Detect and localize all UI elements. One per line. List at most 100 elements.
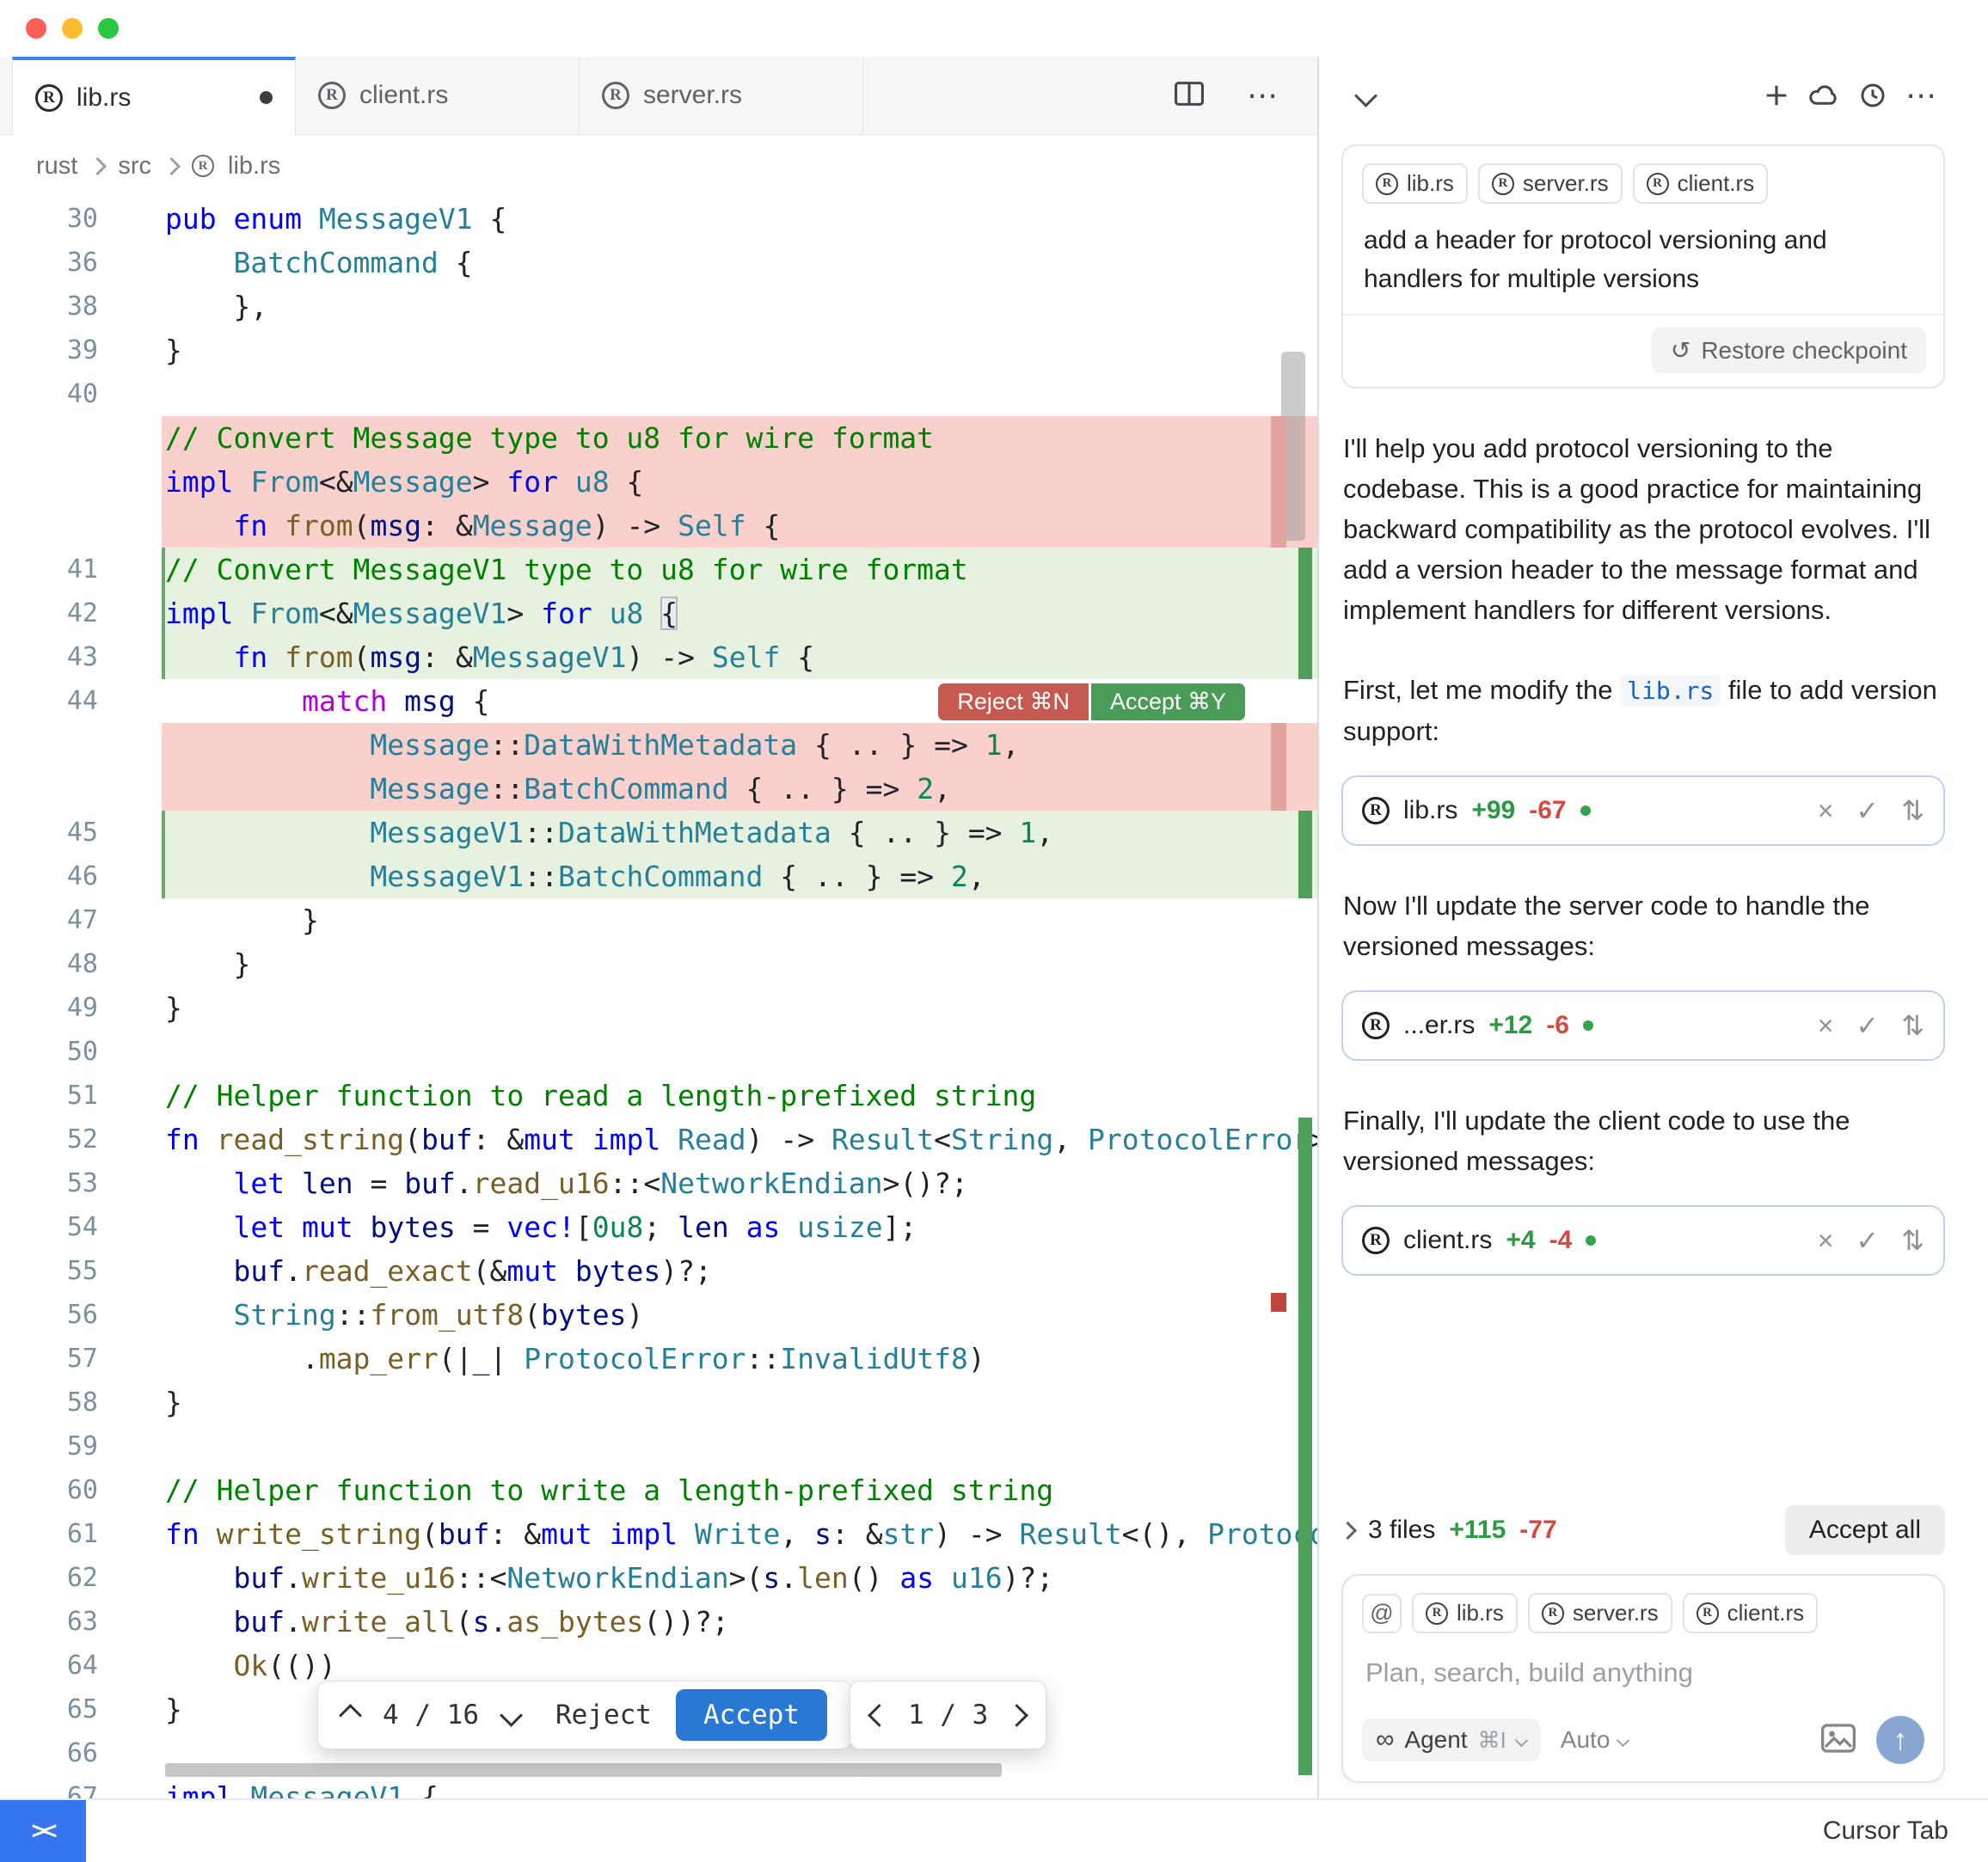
breadcrumb-item-rust[interactable]: rust	[36, 152, 77, 181]
context-chip[interactable]: server.rs	[1478, 163, 1623, 204]
file-diff-card-lib[interactable]: lib.rs +99 -67 × ✓ ⇅	[1341, 775, 1945, 846]
context-chip[interactable]: client.rs	[1633, 163, 1769, 204]
code-row[interactable]: 49}	[0, 986, 1317, 1030]
code-row[interactable]: 42impl From<&MessageV1> for u8 {	[0, 591, 1317, 635]
reject-file-icon[interactable]: ×	[1818, 1012, 1834, 1039]
context-chip[interactable]: server.rs	[1528, 1593, 1672, 1633]
code-row[interactable]: 47 }	[0, 898, 1317, 942]
code-row[interactable]: 30pub enum MessageV1 {	[0, 197, 1317, 241]
remote-indicator-icon[interactable]: ><	[0, 1800, 86, 1862]
accept-diff-button[interactable]: Accept	[676, 1689, 827, 1741]
previous-diff-icon[interactable]	[339, 1704, 362, 1727]
minimize-window-icon[interactable]	[62, 18, 83, 39]
context-chip[interactable]: lib.rs	[1412, 1593, 1518, 1633]
cloud-icon[interactable]	[1801, 71, 1849, 119]
code-row[interactable]: 48 }	[0, 942, 1317, 986]
code-row[interactable]: 52fn read_string(buf: &mut impl Read) ->…	[0, 1118, 1317, 1161]
previous-file-icon[interactable]	[868, 1704, 891, 1727]
reject-file-icon[interactable]: ×	[1818, 797, 1834, 824]
code-row[interactable]: 61fn write_string(buf: &mut impl Write, …	[0, 1512, 1317, 1556]
history-icon[interactable]	[1849, 71, 1897, 119]
code-token: msg	[404, 684, 456, 718]
tab-server-rs[interactable]: server.rs	[580, 57, 863, 134]
code-row[interactable]: 53 let len = buf.read_u16::<NetworkEndia…	[0, 1161, 1317, 1205]
close-window-icon[interactable]	[26, 18, 46, 39]
assistant-paragraph-2: First, let me modify the lib.rs file to …	[1343, 670, 1943, 751]
chat-composer[interactable]: @ lib.rsserver.rs client.rs Plan, search,…	[1341, 1574, 1945, 1783]
code-row[interactable]: fn from(msg: &Message) -> Self {	[0, 504, 1317, 548]
code-row[interactable]: 57 .map_err(|_| ProtocolError::InvalidUt…	[0, 1337, 1317, 1381]
code-row[interactable]: 56 String::from_utf8(bytes)	[0, 1293, 1317, 1337]
tab-lib-rs[interactable]: lib.rs	[12, 57, 296, 135]
split-editor-icon[interactable]	[1173, 79, 1206, 113]
horizontal-scrollbar[interactable]	[165, 1763, 1002, 1777]
code-row[interactable]: impl From<&Message> for u8 {	[0, 460, 1317, 504]
send-button[interactable]: ↑	[1876, 1716, 1924, 1764]
context-chip[interactable]: client.rs	[1683, 1593, 1819, 1633]
code-row[interactable]: 36 BatchCommand {	[0, 241, 1317, 285]
next-file-icon[interactable]	[1005, 1704, 1028, 1727]
code-text: Message::DataWithMetadata { .. } => 1,	[162, 723, 1317, 767]
code-token: ];	[883, 1210, 917, 1244]
code-editor[interactable]: 30pub enum MessageV1 {36 BatchCommand {3…	[0, 197, 1317, 1800]
code-row[interactable]: 45 MessageV1::DataWithMetadata { .. } =>…	[0, 811, 1317, 854]
inline-reject-button[interactable]: Reject ⌘N	[938, 683, 1089, 720]
code-text: // Helper function to read a length-pref…	[162, 1074, 1317, 1118]
code-row[interactable]: 54 let mut bytes = vec![0u8; len as usiz…	[0, 1205, 1317, 1249]
expand-file-icon[interactable]: ⇅	[1901, 1012, 1924, 1039]
code-row[interactable]: 40	[0, 372, 1317, 416]
code-token: (	[353, 640, 371, 674]
cursor-tab-status[interactable]: Cursor Tab	[1823, 1816, 1988, 1846]
code-row[interactable]: Message::DataWithMetadata { .. } => 1,	[0, 723, 1317, 767]
maximize-window-icon[interactable]	[98, 18, 119, 39]
inline-accept-button[interactable]: Accept ⌘Y	[1091, 683, 1245, 720]
reject-file-icon[interactable]: ×	[1818, 1227, 1834, 1254]
add-context-button[interactable]: @	[1362, 1594, 1402, 1633]
code-row[interactable]: 62 buf.write_u16::<NetworkEndian>(s.len(…	[0, 1556, 1317, 1600]
accept-file-icon[interactable]: ✓	[1856, 1012, 1879, 1039]
code-token: len	[797, 1561, 849, 1595]
code-row[interactable]: 67impl MessageV1 {	[0, 1775, 1317, 1800]
code-row[interactable]: // Convert Message type to u8 for wire f…	[0, 416, 1317, 460]
code-row[interactable]: 59	[0, 1424, 1317, 1468]
accept-file-icon[interactable]: ✓	[1856, 1227, 1879, 1254]
attach-image-icon[interactable]	[1821, 1724, 1856, 1757]
code-row[interactable]: 39}	[0, 328, 1317, 372]
code-token: ::<	[610, 1167, 661, 1200]
expand-file-icon[interactable]: ⇅	[1901, 797, 1924, 824]
tab-client-rs[interactable]: client.rs	[296, 57, 580, 134]
accept-all-button[interactable]: Accept all	[1785, 1505, 1945, 1555]
more-actions-icon[interactable]: ⋯	[1247, 80, 1278, 111]
code-row[interactable]: 50	[0, 1030, 1317, 1074]
code-token: impl	[165, 465, 233, 499]
code-row[interactable]: 58}	[0, 1381, 1317, 1424]
chevron-down-icon[interactable]	[1341, 71, 1390, 119]
next-diff-icon[interactable]	[500, 1704, 523, 1727]
chat-input[interactable]: Plan, search, build anything	[1365, 1657, 1921, 1688]
breadcrumb-item-file[interactable]: lib.rs	[228, 152, 280, 181]
expand-file-icon[interactable]: ⇅	[1901, 1227, 1924, 1254]
file-diff-card-server[interactable]: ...er.rs +12 -6 × ✓ ⇅	[1341, 990, 1945, 1061]
code-row[interactable]: 51// Helper function to read a length-pr…	[0, 1074, 1317, 1118]
expand-files-icon[interactable]	[1339, 1521, 1357, 1539]
more-options-icon[interactable]: ⋯	[1897, 71, 1945, 119]
code-row[interactable]: 63 buf.write_all(s.as_bytes())?;	[0, 1600, 1317, 1644]
model-selector[interactable]: Auto	[1561, 1726, 1629, 1754]
reject-diff-button[interactable]: Reject	[555, 1700, 652, 1730]
code-row[interactable]: Message::BatchCommand { .. } => 2,	[0, 767, 1317, 811]
accept-file-icon[interactable]: ✓	[1856, 797, 1879, 824]
code-row[interactable]: 43 fn from(msg: &MessageV1) -> Self {	[0, 635, 1317, 679]
context-chip[interactable]: lib.rs	[1362, 163, 1468, 204]
modified-dot-icon[interactable]	[260, 91, 273, 104]
file-diff-card-client[interactable]: client.rs +4 -4 × ✓ ⇅	[1341, 1205, 1945, 1276]
code-row[interactable]: 41// Convert MessageV1 type to u8 for wi…	[0, 548, 1317, 591]
restore-checkpoint-button[interactable]: ↺ Restore checkpoint	[1652, 328, 1926, 373]
agent-mode-selector[interactable]: ∞ Agent ⌘I	[1362, 1718, 1540, 1761]
code-row[interactable]: 38 },	[0, 285, 1317, 328]
code-token: mut	[541, 1517, 592, 1551]
code-row[interactable]: 55 buf.read_exact(&mut bytes)?;	[0, 1249, 1317, 1293]
new-chat-icon[interactable]	[1752, 71, 1801, 119]
code-row[interactable]: 46 MessageV1::BatchCommand { .. } => 2,	[0, 854, 1317, 898]
code-row[interactable]: 60// Helper function to write a length-p…	[0, 1468, 1317, 1512]
breadcrumb-item-src[interactable]: src	[118, 152, 151, 181]
